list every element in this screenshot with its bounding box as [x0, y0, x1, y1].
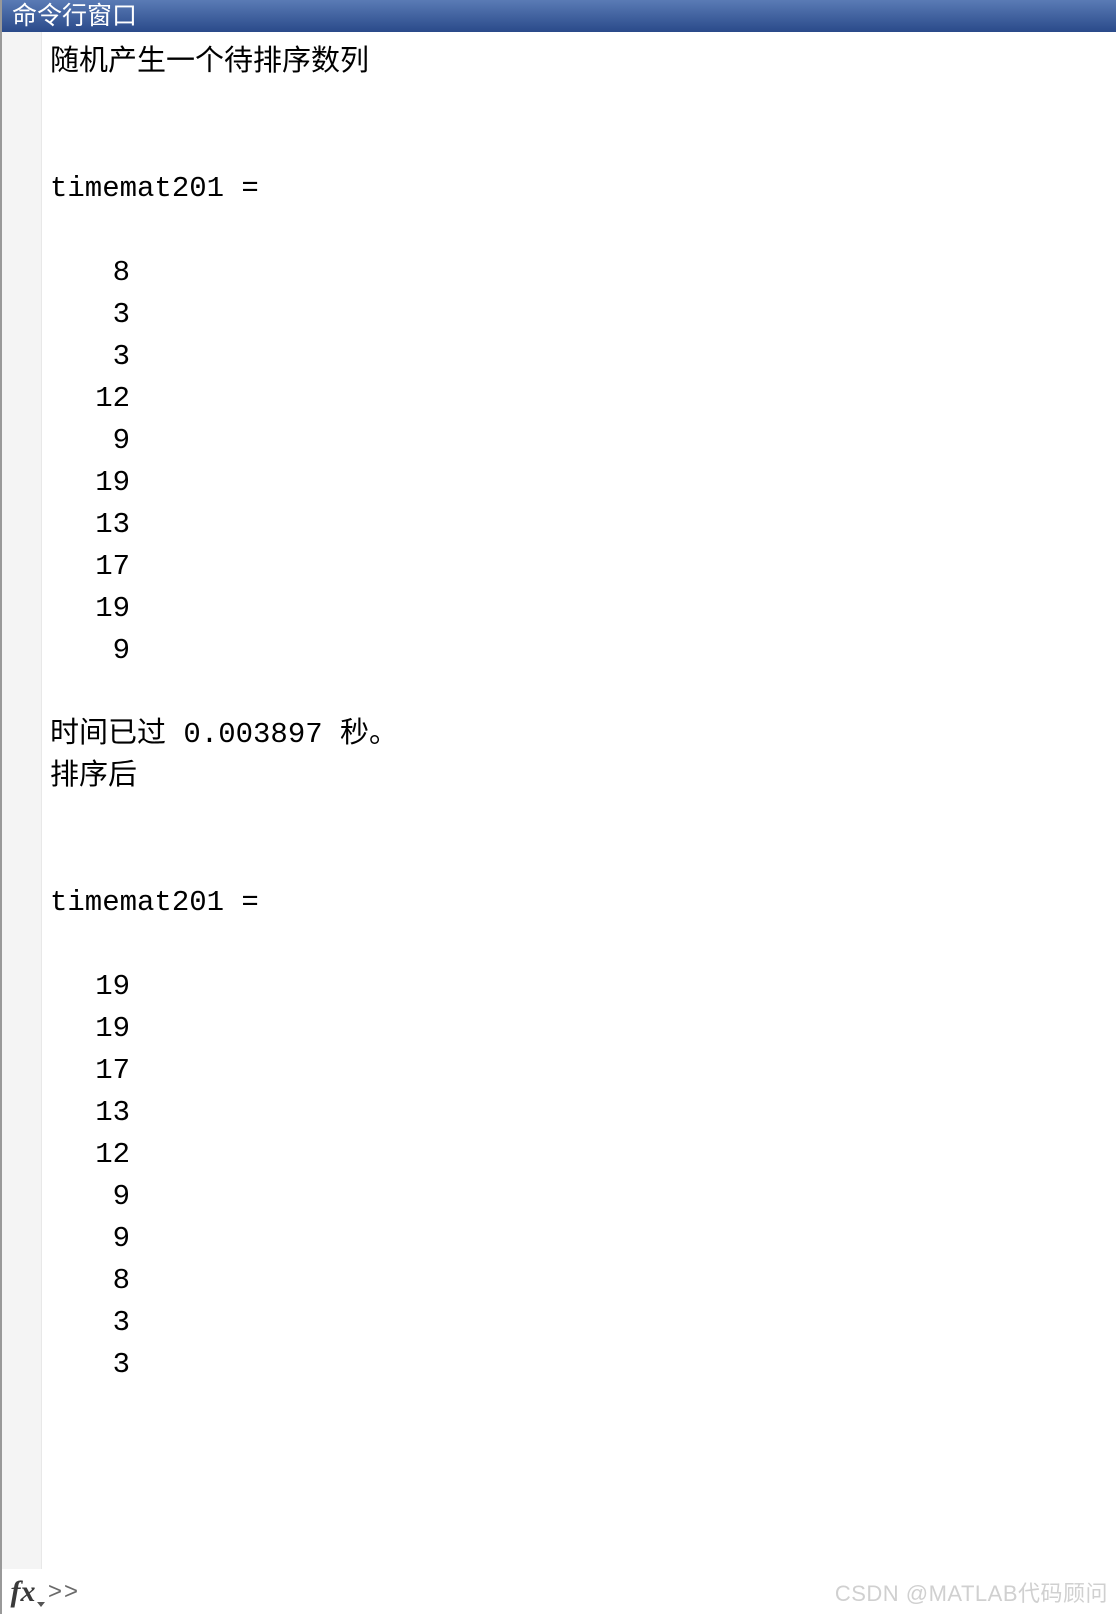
- value: 9: [50, 420, 130, 462]
- value: 9: [50, 1218, 130, 1260]
- content-area: 随机产生一个待排序数列 timemat201 = 8 3 3 12 9 19 1…: [2, 32, 1116, 1614]
- value: 12: [50, 1134, 130, 1176]
- value: 12: [50, 378, 130, 420]
- prompt-chevrons: >>: [42, 1578, 80, 1606]
- output-line: 时间已过 0.003897 秒。: [50, 718, 398, 751]
- value: 17: [50, 1050, 130, 1092]
- value: 17: [50, 546, 130, 588]
- output-line: 随机产生一个待排序数列: [50, 46, 369, 79]
- value: 3: [50, 1302, 130, 1344]
- output-line: 排序后: [50, 760, 137, 793]
- value: 8: [50, 1260, 130, 1302]
- value: 19: [50, 462, 130, 504]
- output-line: timemat201 =: [50, 172, 259, 205]
- value: 13: [50, 504, 130, 546]
- window-title: 命令行窗口: [12, 2, 137, 30]
- value: 9: [50, 1176, 130, 1218]
- value: 8: [50, 252, 130, 294]
- value: 19: [50, 1008, 130, 1050]
- watermark: CSDN @MATLAB代码顾问: [835, 1576, 1108, 1608]
- value: 13: [50, 1092, 130, 1134]
- window-title-bar: 命令行窗口: [2, 0, 1116, 32]
- value: 3: [50, 294, 130, 336]
- command-window: 命令行窗口 随机产生一个待排序数列 timemat201 = 8 3 3 12 …: [0, 0, 1116, 1614]
- value: 19: [50, 966, 130, 1008]
- value: 19: [50, 588, 130, 630]
- fx-icon[interactable]: fx: [2, 1575, 42, 1609]
- value: 3: [50, 336, 130, 378]
- gutter: [2, 32, 42, 1614]
- value: 3: [50, 1344, 130, 1386]
- command-output[interactable]: 随机产生一个待排序数列 timemat201 = 8 3 3 12 9 19 1…: [42, 32, 1116, 1614]
- value: 9: [50, 630, 130, 672]
- output-line: timemat201 =: [50, 886, 259, 919]
